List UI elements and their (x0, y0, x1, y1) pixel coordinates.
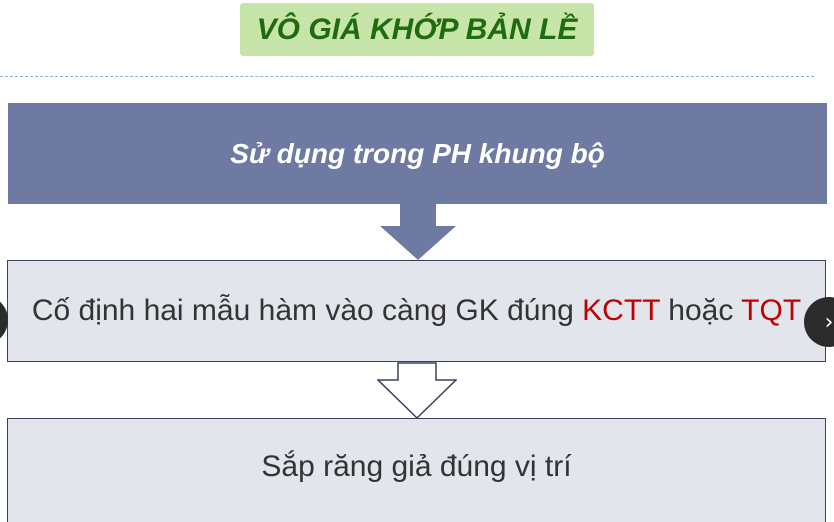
slide: VÔ GIÁ KHỚP BẢN LỀ Sử dụng trong PH khun… (0, 0, 834, 522)
step-fix-casts-connector: hoặc (659, 294, 742, 327)
step-fix-casts-text: Cố định hai mẫu hàm vào càng GK đúng KCT… (32, 294, 801, 328)
slide-title: VÔ GIÁ KHỚP BẢN LỀ (240, 3, 594, 56)
step-fix-casts-prefix: Cố định hai mẫu hàm vào càng GK đúng (31, 294, 583, 327)
step-box-arrange-teeth: Sắp răng giả đúng vị trí (7, 418, 826, 522)
step-usage-text: Sử dụng trong PH khung bộ (230, 137, 605, 169)
step-box-usage: Sử dụng trong PH khung bộ (8, 103, 827, 204)
highlight-tqt: TQT (741, 294, 802, 327)
dashed-divider (0, 76, 814, 77)
arrow-down-filled (380, 204, 456, 260)
arrow-down-outline (377, 362, 457, 420)
step-box-fix-casts: Cố định hai mẫu hàm vào càng GK đúng KCT… (7, 260, 826, 362)
highlight-kctt: KCTT (582, 294, 660, 327)
next-glyph: › (824, 309, 834, 335)
step-arrange-teeth-text: Sắp răng giả đúng vị trí (261, 450, 572, 483)
